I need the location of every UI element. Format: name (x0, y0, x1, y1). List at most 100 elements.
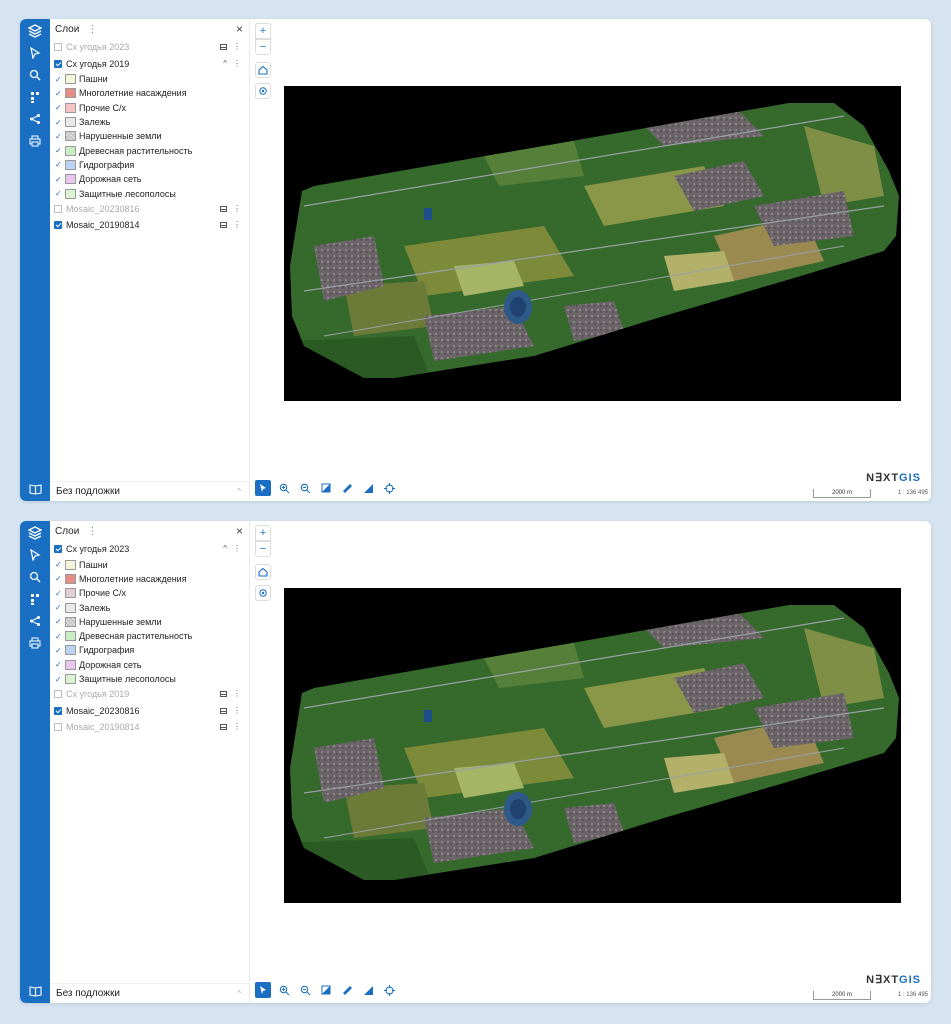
check-icon[interactable]: ✓ (55, 132, 65, 141)
legend-item[interactable]: ✓ Многолетние насаждения (50, 572, 249, 586)
layer-group-row[interactable]: Сх угодья 2019 ⋮ (50, 686, 249, 703)
legend-item[interactable]: ✓ Прочие С/х (50, 101, 249, 115)
legend-item[interactable]: ✓ Многолетние насаждения (50, 86, 249, 100)
zoom-out-button[interactable]: − (255, 39, 271, 55)
collapse-icon[interactable]: ^ (223, 59, 227, 68)
legend-item[interactable]: ✓ Древесная растительность (50, 629, 249, 643)
check-icon[interactable]: ✓ (55, 646, 65, 655)
map-area[interactable]: + − N∃XTGIS 2000 m 1: 136 495 (251, 521, 931, 1003)
zoom-in-tool-button[interactable] (276, 982, 292, 998)
share-icon[interactable] (27, 111, 43, 127)
check-icon[interactable]: ✓ (55, 103, 65, 112)
check-icon[interactable]: ✓ (55, 632, 65, 641)
check-icon[interactable]: ✓ (55, 75, 65, 84)
layer-checkbox[interactable] (54, 204, 62, 213)
chevron-up-icon[interactable]: ^ (237, 989, 241, 998)
more-icon[interactable]: ⋮ (233, 59, 241, 68)
table-icon[interactable] (220, 222, 227, 229)
more-icon[interactable]: ⋮ (233, 722, 241, 731)
legend-item[interactable]: ✓ Защитные лесополосы (50, 186, 249, 200)
table-icon[interactable] (220, 724, 227, 731)
collapse-icon[interactable]: ^ (223, 544, 227, 553)
check-icon[interactable]: ✓ (55, 560, 65, 569)
crosshair-tool-button[interactable] (381, 982, 397, 998)
layer-checkbox[interactable] (54, 706, 62, 715)
layer-checkbox[interactable] (54, 690, 62, 699)
layer-checkbox[interactable] (54, 723, 62, 732)
check-icon[interactable]: ✓ (55, 146, 65, 155)
layer-group-row[interactable]: Сх угодья 2019 ^ ⋮ (50, 56, 249, 73)
crosshair-tool-button[interactable] (381, 480, 397, 496)
check-icon[interactable]: ✓ (55, 189, 65, 198)
layer-checkbox[interactable] (54, 221, 62, 230)
legend-item[interactable]: ✓ Залежь (50, 600, 249, 614)
home-button[interactable] (255, 564, 271, 580)
layer-checkbox[interactable] (54, 43, 62, 52)
check-icon[interactable]: ✓ (55, 603, 65, 612)
check-icon[interactable]: ✓ (55, 160, 65, 169)
search-icon[interactable] (27, 569, 43, 585)
more-icon[interactable]: ⋮ (233, 204, 241, 213)
measure-area-button[interactable] (360, 982, 376, 998)
locate-button[interactable] (255, 83, 271, 99)
legend-item[interactable]: ✓ Залежь (50, 115, 249, 129)
legend-item[interactable]: ✓ Пашни (50, 72, 249, 86)
cursor-icon[interactable] (27, 547, 43, 563)
more-icon[interactable]: ⋮ (233, 42, 241, 51)
check-icon[interactable]: ✓ (55, 589, 65, 598)
select-tool-button[interactable] (255, 982, 271, 998)
select-tool-button[interactable] (255, 480, 271, 496)
check-icon[interactable]: ✓ (55, 175, 65, 184)
measure-distance-button[interactable] (339, 982, 355, 998)
share-icon[interactable] (27, 613, 43, 629)
basemap-selector[interactable]: Без подложки ^ (50, 983, 249, 1003)
layer-group-row[interactable]: Mosaic_20230816 ⋮ (50, 703, 249, 720)
more-icon[interactable]: ⋮ (233, 706, 241, 715)
home-button[interactable] (255, 62, 271, 78)
print-icon[interactable] (27, 133, 43, 149)
measure-distance-button[interactable] (339, 480, 355, 496)
check-icon[interactable]: ✓ (55, 660, 65, 669)
legend-item[interactable]: ✓ Дорожная сеть (50, 658, 249, 672)
table-icon[interactable] (220, 44, 227, 50)
filter-icon[interactable] (27, 89, 43, 105)
zoom-out-tool-button[interactable] (297, 480, 313, 496)
close-icon[interactable]: × (236, 22, 243, 36)
close-icon[interactable]: × (236, 524, 243, 538)
legend-item[interactable]: ✓ Пашни (50, 558, 249, 572)
extent-tool-button[interactable] (318, 982, 334, 998)
measure-area-button[interactable] (360, 480, 376, 496)
layers-icon[interactable] (27, 525, 43, 541)
check-icon[interactable]: ✓ (55, 675, 65, 684)
book-icon[interactable] (27, 481, 43, 497)
search-icon[interactable] (27, 67, 43, 83)
book-icon[interactable] (27, 983, 43, 999)
layer-group-row[interactable]: Mosaic_20190814 ⋮ (50, 719, 249, 736)
legend-item[interactable]: ✓ Гидрография (50, 158, 249, 172)
print-icon[interactable] (27, 635, 43, 651)
zoom-in-button[interactable]: + (255, 23, 271, 39)
check-icon[interactable]: ✓ (55, 574, 65, 583)
layer-checkbox[interactable] (54, 545, 62, 554)
chevron-up-icon[interactable]: ^ (237, 487, 241, 496)
more-icon[interactable]: ⋮ (233, 220, 241, 229)
filter-icon[interactable] (27, 591, 43, 607)
layer-group-row[interactable]: Сх угодья 2023 ⋮ (50, 39, 249, 56)
more-icon[interactable]: ⋮ (87, 24, 97, 35)
check-icon[interactable]: ✓ (55, 118, 65, 127)
legend-item[interactable]: ✓ Древесная растительность (50, 143, 249, 157)
check-icon[interactable]: ✓ (55, 89, 65, 98)
legend-item[interactable]: ✓ Дорожная сеть (50, 172, 249, 186)
legend-item[interactable]: ✓ Нарушенные земли (50, 615, 249, 629)
legend-item[interactable]: ✓ Защитные лесополосы (50, 672, 249, 686)
zoom-in-button[interactable]: + (255, 525, 271, 541)
basemap-selector[interactable]: Без подложки ^ (50, 481, 249, 501)
more-icon[interactable]: ⋮ (87, 526, 97, 537)
layer-group-row[interactable]: Mosaic_20230816 ⋮ (50, 201, 249, 218)
cursor-icon[interactable] (27, 45, 43, 61)
legend-item[interactable]: ✓ Гидрография (50, 643, 249, 657)
table-icon[interactable] (220, 691, 227, 698)
locate-button[interactable] (255, 585, 271, 601)
table-icon[interactable] (220, 205, 227, 212)
layer-checkbox[interactable] (54, 59, 62, 68)
